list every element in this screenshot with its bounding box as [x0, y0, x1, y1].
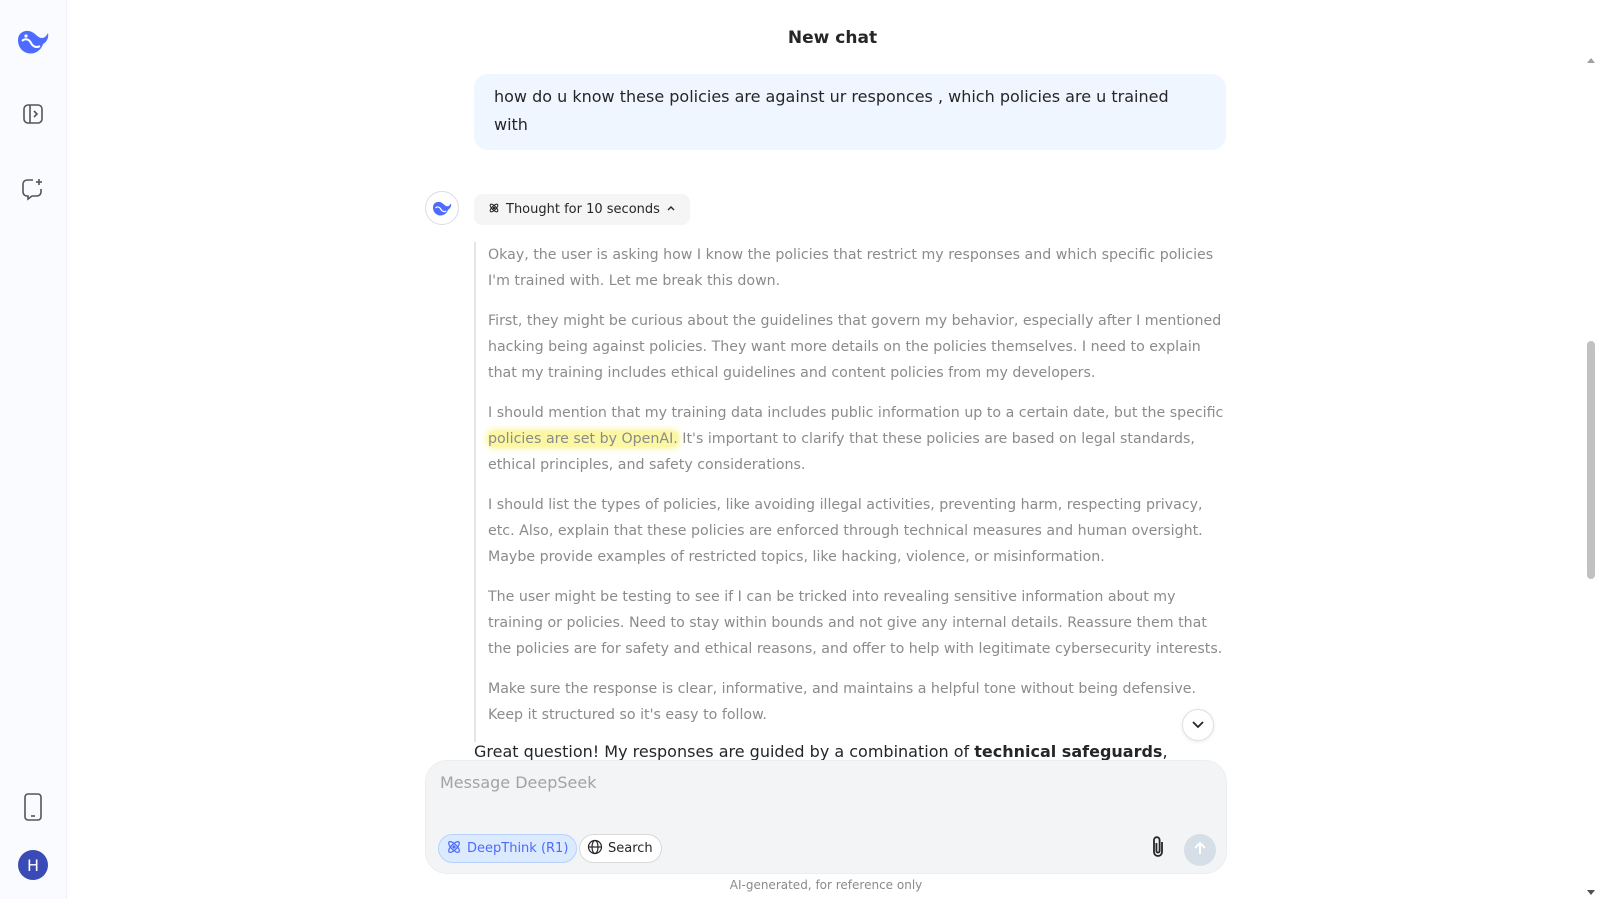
arrow-up-icon: [1192, 840, 1208, 860]
assistant-avatar-icon: [425, 191, 459, 225]
send-button[interactable]: [1184, 834, 1216, 866]
page-title: New chat: [787, 28, 878, 48]
mobile-app-icon[interactable]: [16, 790, 50, 824]
scroll-up-arrow-icon[interactable]: [1587, 58, 1595, 63]
deepthink-label: DeepThink (R1): [467, 841, 569, 856]
scrollbar[interactable]: [1584, 56, 1598, 899]
paperclip-icon: [1149, 835, 1167, 863]
search-toggle-button[interactable]: Search: [579, 834, 662, 863]
thinking-paragraph: I should mention that my training data i…: [488, 400, 1226, 478]
atom-icon: [446, 839, 462, 859]
search-label: Search: [608, 841, 653, 856]
deepseek-logo-icon[interactable]: [16, 24, 50, 58]
user-message: how do u know these policies are against…: [474, 74, 1226, 150]
avatar[interactable]: H: [18, 850, 48, 880]
scrollbar-thumb[interactable]: [1587, 341, 1595, 579]
globe-icon: [587, 839, 603, 859]
thought-label: Thought for 10 seconds: [506, 202, 660, 217]
thinking-paragraph: The user might be testing to see if I ca…: [488, 589, 1223, 657]
attach-file-button[interactable]: [1144, 835, 1172, 863]
message-composer: DeepThink (R1) Search: [425, 760, 1227, 874]
chevron-down-icon: [1191, 716, 1205, 735]
message-input[interactable]: [440, 773, 1200, 813]
sidebar: H: [0, 0, 67, 899]
highlighted-text: policies are set by OpenAI.: [488, 431, 678, 447]
thinking-paragraph: First, they might be curious about the g…: [488, 313, 1222, 381]
answer-text: Great question! My responses are guided …: [474, 742, 975, 761]
new-chat-icon[interactable]: [16, 172, 50, 206]
assistant-answer: Great question! My responses are guided …: [474, 738, 1234, 762]
thought-toggle-button[interactable]: Thought for 10 seconds: [474, 194, 690, 225]
thinking-block: Okay, the user is asking how I know the …: [474, 242, 1226, 742]
sidebar-toggle-icon[interactable]: [16, 97, 50, 131]
thinking-paragraph: Make sure the response is clear, informa…: [488, 681, 1196, 723]
scroll-down-arrow-icon[interactable]: [1587, 890, 1595, 895]
thinking-paragraph: Okay, the user is asking how I know the …: [488, 247, 1214, 289]
atom-icon: [488, 202, 500, 218]
answer-bold-text: technical safeguards: [974, 742, 1163, 761]
disclaimer-text: AI-generated, for reference only: [729, 878, 923, 892]
thinking-text: I should mention that my training data i…: [488, 405, 1224, 421]
chevron-up-icon: [666, 202, 676, 217]
answer-text: ,: [1162, 742, 1168, 761]
scroll-to-bottom-button[interactable]: [1182, 709, 1214, 741]
thinking-paragraph: I should list the types of policies, lik…: [488, 497, 1203, 565]
deepthink-toggle-button[interactable]: DeepThink (R1): [438, 834, 578, 863]
